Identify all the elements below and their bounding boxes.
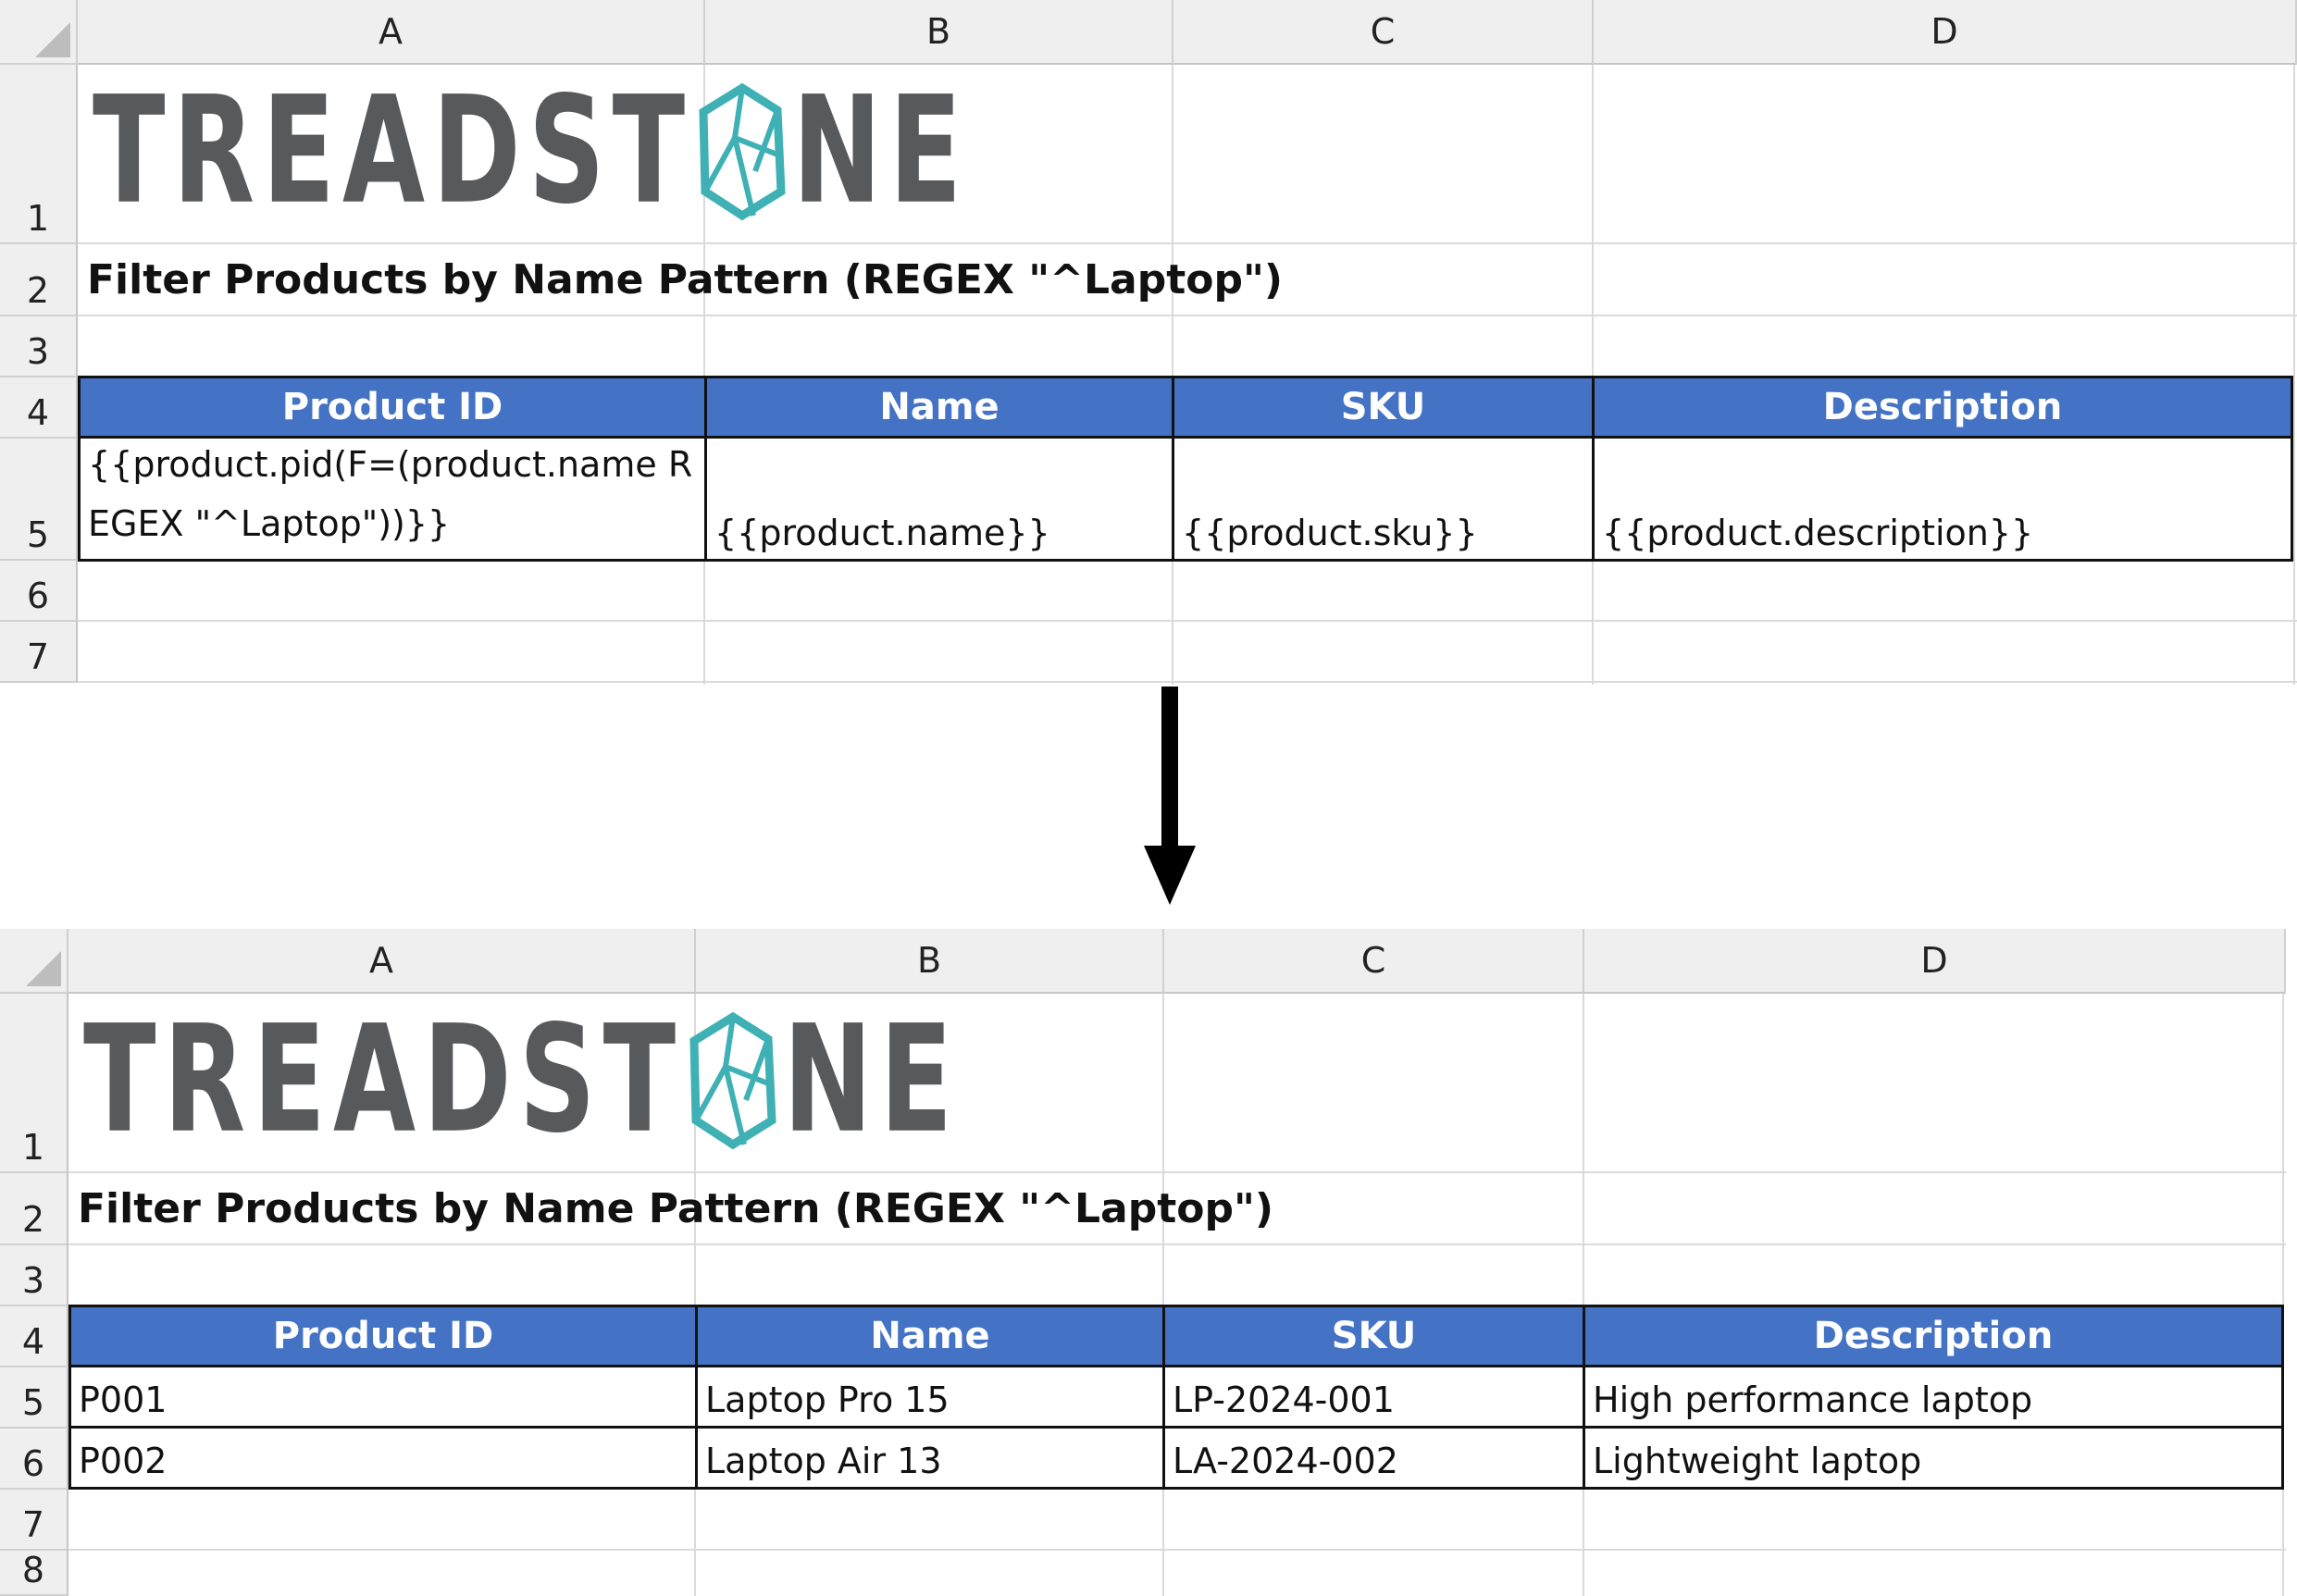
- logo-text-left: TREADST: [93, 65, 693, 238]
- column-header-c[interactable]: C: [1173, 0, 1594, 65]
- header-description[interactable]: Description: [1583, 1305, 2284, 1367]
- gridline: [68, 1549, 2286, 1551]
- template-cell-product-id[interactable]: {{product.pid(F=(product.name REGEX "^La…: [78, 436, 707, 562]
- column-header-a[interactable]: A: [78, 0, 705, 65]
- treadstone-logo: TREADST NE: [93, 65, 970, 238]
- gridline: [78, 620, 2297, 622]
- treadstone-logo: TREADST NE: [83, 994, 961, 1167]
- row-header-5[interactable]: 5: [0, 1367, 68, 1429]
- logo-stone-icon: [689, 1011, 776, 1150]
- gridline: [1162, 994, 1164, 1596]
- gridline: [78, 315, 2297, 316]
- cell-description[interactable]: High performance laptop: [1583, 1365, 2284, 1429]
- template-cell-name[interactable]: {{product.name}}: [704, 436, 1174, 562]
- row-header-6[interactable]: 6: [0, 561, 78, 622]
- logo-text-right: NE: [783, 994, 961, 1167]
- row-header-3[interactable]: 3: [0, 316, 78, 377]
- logo-text-right: NE: [792, 65, 970, 238]
- cell-name[interactable]: Laptop Air 13: [695, 1426, 1165, 1490]
- cell-product-id[interactable]: P001: [68, 1365, 698, 1429]
- cell-product-id[interactable]: P002: [68, 1426, 698, 1490]
- cell-name[interactable]: Laptop Pro 15: [695, 1365, 1165, 1429]
- cell-description[interactable]: Lightweight laptop: [1583, 1426, 2284, 1490]
- row-header-4[interactable]: 4: [0, 1306, 68, 1367]
- header-product-id[interactable]: Product ID: [68, 1305, 698, 1367]
- gridline: [1583, 994, 1584, 1596]
- logo-text-left: TREADST: [83, 994, 684, 1167]
- header-product-id[interactable]: Product ID: [78, 376, 707, 439]
- template-cell-sku[interactable]: {{product.sku}}: [1172, 436, 1595, 562]
- row-header-5[interactable]: 5: [0, 439, 78, 561]
- header-description[interactable]: Description: [1592, 376, 2293, 439]
- result-spreadsheet: A B C D 1 2 3 4 5 6 7 8 TREADST NE Filte…: [0, 929, 2286, 1596]
- logo-stone-icon: [699, 82, 786, 221]
- gridline: [2282, 994, 2284, 1596]
- row-header-1[interactable]: 1: [0, 65, 78, 244]
- gridline: [78, 681, 2297, 683]
- header-sku[interactable]: SKU: [1172, 376, 1595, 439]
- row-header-6[interactable]: 6: [0, 1429, 68, 1490]
- gridline: [2293, 65, 2295, 685]
- column-header-d[interactable]: D: [1594, 0, 2297, 65]
- gridline: [1172, 65, 1173, 685]
- header-sku[interactable]: SKU: [1162, 1305, 1585, 1367]
- column-header-b[interactable]: B: [705, 0, 1173, 65]
- column-header-a[interactable]: A: [68, 929, 696, 994]
- template-spreadsheet: A B C D 1 2 3 4 5 6 7 TREADST NE Filter …: [0, 0, 2297, 685]
- column-header-d[interactable]: D: [1584, 929, 2286, 994]
- template-cell-description[interactable]: {{product.description}}: [1592, 436, 2293, 562]
- select-all-corner[interactable]: [0, 0, 78, 65]
- row-header-7[interactable]: 7: [0, 1490, 68, 1551]
- row-header-4[interactable]: 4: [0, 377, 78, 439]
- down-arrow-icon: [1144, 687, 1196, 905]
- row-header-2[interactable]: 2: [0, 1173, 68, 1245]
- row-header-3[interactable]: 3: [0, 1245, 68, 1306]
- row-header-1[interactable]: 1: [0, 994, 68, 1173]
- row-header-2[interactable]: 2: [0, 244, 78, 316]
- report-title[interactable]: Filter Products by Name Pattern (REGEX "…: [78, 244, 2297, 315]
- header-name[interactable]: Name: [695, 1305, 1165, 1367]
- gridline: [68, 1243, 2286, 1245]
- gridline: [1592, 65, 1594, 685]
- header-name[interactable]: Name: [704, 376, 1174, 439]
- cell-sku[interactable]: LP-2024-001: [1162, 1365, 1585, 1429]
- cell-sku[interactable]: LA-2024-002: [1162, 1426, 1585, 1490]
- select-all-corner[interactable]: [0, 929, 68, 994]
- column-header-b[interactable]: B: [696, 929, 1164, 994]
- row-header-8[interactable]: 8: [0, 1550, 68, 1596]
- report-title[interactable]: Filter Products by Name Pattern (REGEX "…: [68, 1173, 2286, 1243]
- column-header-c[interactable]: C: [1164, 929, 1584, 994]
- row-header-7[interactable]: 7: [0, 622, 78, 683]
